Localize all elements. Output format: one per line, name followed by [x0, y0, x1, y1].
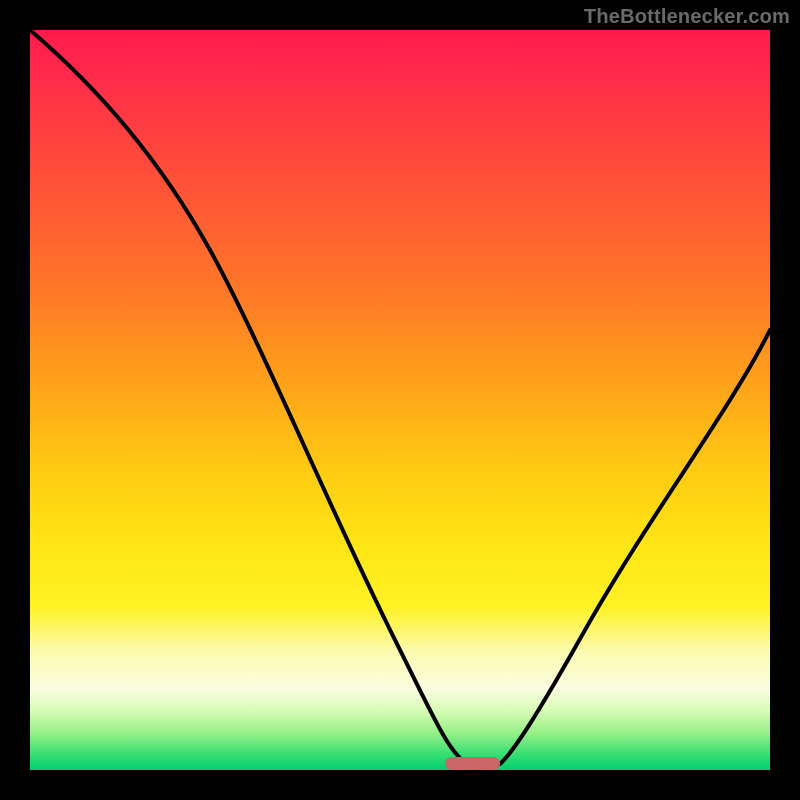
curve-path — [30, 30, 770, 764]
chart-frame: TheBottlenecker.com — [0, 0, 800, 800]
watermark-text: TheBottlenecker.com — [584, 6, 790, 29]
optimal-marker — [445, 757, 500, 770]
bottleneck-curve — [30, 30, 770, 770]
plot-area — [30, 30, 770, 770]
